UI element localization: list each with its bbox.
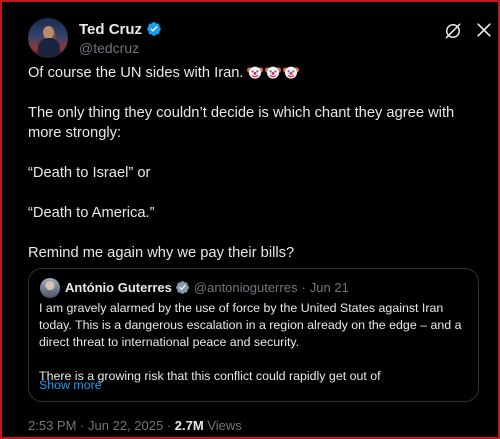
close-icon[interactable] — [474, 20, 494, 40]
grok-icon[interactable] — [443, 21, 463, 41]
tweet-header: Ted Cruz @tedcruz — [28, 18, 491, 62]
tweet-line-2: The only thing they couldn’t decide is w… — [28, 105, 455, 141]
quoted-author-avatar[interactable] — [40, 278, 60, 298]
meta-separator: · — [166, 418, 172, 433]
tweet-line-1: Of course the UN sides with Iran. — [28, 65, 244, 81]
quoted-paragraph-2: There is a growing risk that this confli… — [39, 369, 381, 383]
tweet-time[interactable]: 2:53 PM — [28, 418, 76, 433]
tweet-date[interactable]: Jun 22, 2025 — [88, 418, 163, 433]
author-avatar[interactable] — [28, 18, 68, 58]
tweet-body: Of course the UN sides with Iran. The on… — [28, 63, 478, 263]
quoted-author-handle[interactable]: @antonioguterres — [194, 280, 298, 295]
author-name[interactable]: Ted Cruz — [79, 21, 142, 38]
clown-face-icon — [282, 66, 299, 79]
quoted-date[interactable]: Jun 21 — [310, 280, 349, 295]
author-name-row: Ted Cruz — [79, 20, 162, 38]
tweet-line-5: Remind me again why we pay their bills? — [28, 245, 295, 261]
views-label: Views — [207, 418, 242, 433]
clown-face-icon — [246, 66, 263, 79]
quoted-tweet-header: António Guterres @antonioguterres · Jun … — [65, 280, 349, 295]
meta-separator: · — [80, 418, 85, 433]
quoted-tweet-body: I am gravely alarmed by the use of force… — [39, 300, 471, 385]
clown-face-icon — [264, 66, 281, 79]
quoted-tweet-card[interactable]: António Guterres @antonioguterres · Jun … — [28, 268, 479, 402]
tweet-line: Of course the UN sides with Iran. — [28, 63, 478, 83]
clown-emoji-group — [246, 64, 299, 80]
views-count: 2.7M — [174, 418, 204, 433]
quoted-author-name[interactable]: António Guterres — [65, 280, 172, 295]
quoted-paragraph-1: I am gravely alarmed by the use of force… — [39, 301, 462, 349]
tweet-line-4: “Death to America.” — [28, 205, 155, 221]
verified-badge-icon — [176, 281, 189, 294]
tweet-metadata: 2:53 PM · Jun 22, 2025 · 2.7M Views — [28, 418, 242, 433]
tweet-line-3: “Death to Israel” or — [28, 165, 151, 181]
avatar-body — [38, 38, 60, 58]
show-more-link[interactable]: Show more — [39, 378, 102, 392]
quoted-separator: · — [301, 280, 306, 295]
author-handle[interactable]: @tedcruz — [79, 40, 139, 56]
verified-badge-icon — [147, 22, 161, 36]
